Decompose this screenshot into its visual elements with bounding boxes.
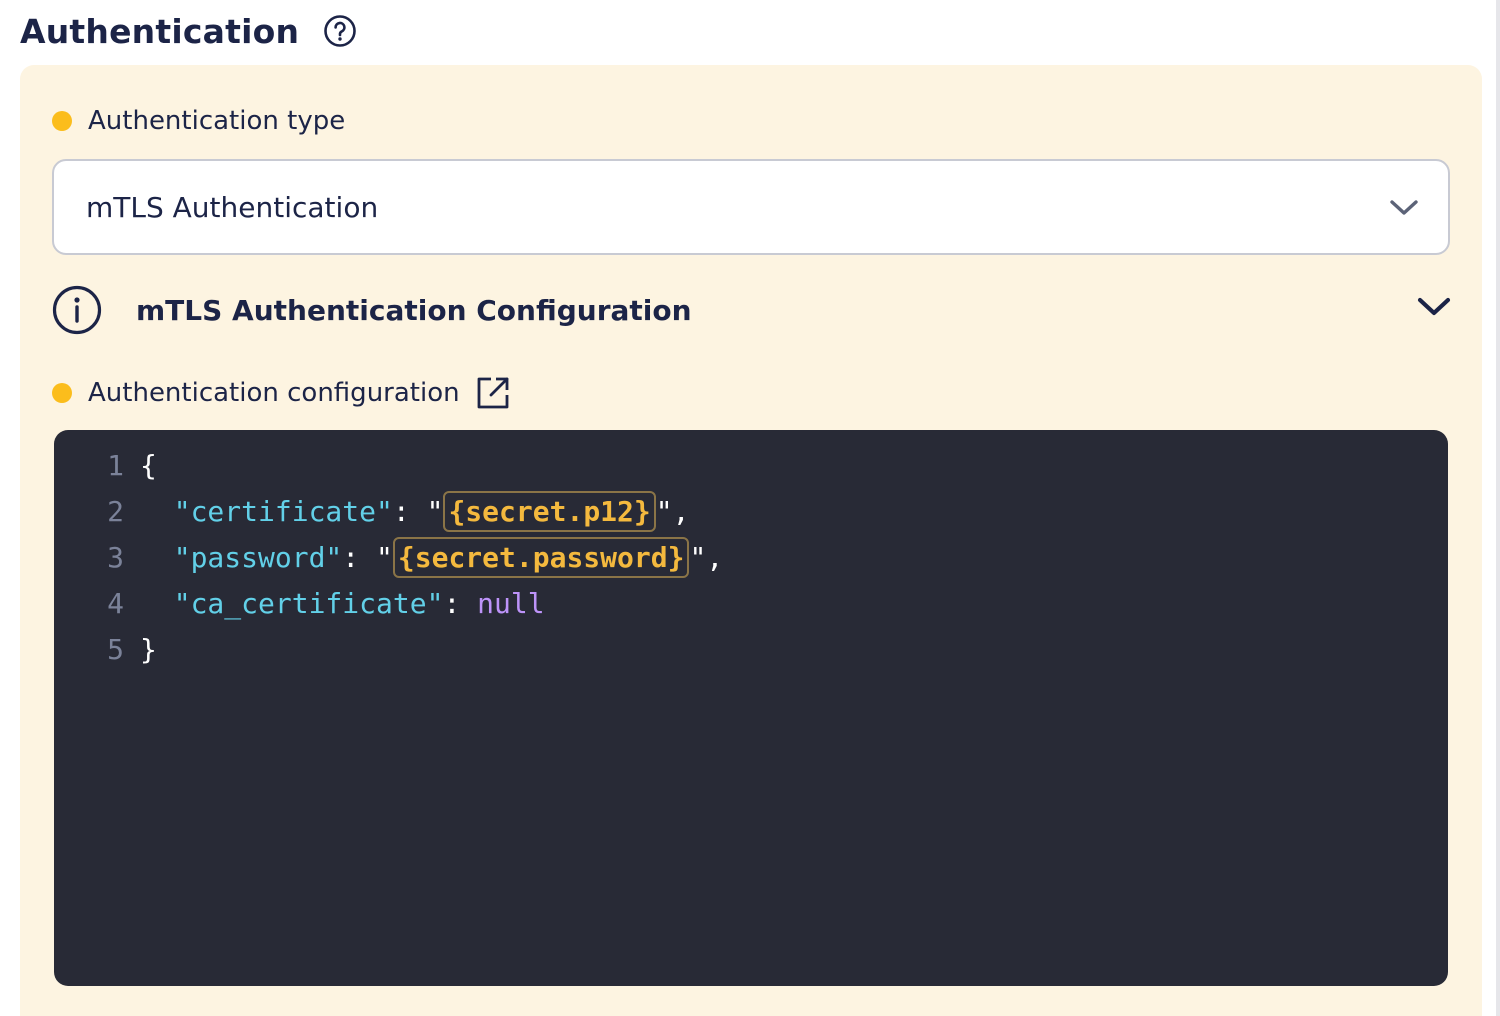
chevron-down-icon[interactable]	[1416, 289, 1452, 325]
json-key: "password"	[173, 540, 343, 574]
line-number: 3	[107, 540, 124, 574]
json-key: "ca_certificate"	[173, 586, 444, 620]
code-line: 5}	[54, 626, 1448, 672]
json-separator: :	[392, 494, 427, 528]
line-number: 5	[107, 632, 124, 666]
question-circle-icon[interactable]	[323, 14, 357, 48]
json-comma: ,	[672, 494, 690, 528]
auth-config-label: Authentication configuration	[52, 373, 510, 413]
code-line: 2 "certificate": " {secret.p12} ",	[54, 488, 1448, 534]
auth-config-label-text: Authentication configuration	[88, 378, 460, 408]
code-line: 1{	[54, 442, 1448, 488]
json-quote: "	[426, 494, 444, 528]
secret-placeholder[interactable]: {secret.p12}	[443, 490, 656, 532]
required-dot	[52, 111, 72, 131]
json-quote: "	[655, 494, 673, 528]
mtls-config-title: mTLS Authentication Configuration	[136, 293, 692, 327]
json-quote: "	[689, 540, 707, 574]
line-number: 2	[107, 494, 124, 528]
line-number: 1	[107, 448, 124, 482]
json-null: null	[477, 586, 545, 620]
mtls-config-accordion-header[interactable]: mTLS Authentication Configuration	[52, 283, 1452, 337]
code-line: 4 "ca_certificate": null	[54, 580, 1448, 626]
json-key: "certificate"	[173, 494, 393, 528]
json-brace: {	[140, 448, 157, 482]
section-title: Authentication	[20, 11, 300, 51]
json-comma: ,	[706, 540, 724, 574]
page-scrollbar[interactable]	[1496, 0, 1500, 1016]
secret-placeholder[interactable]: {secret.password}	[392, 536, 690, 578]
code-line: 3 "password": " {secret.password} ",	[54, 534, 1448, 580]
required-dot	[52, 383, 72, 403]
json-separator: :	[443, 586, 478, 620]
auth-type-select[interactable]: mTLS Authentication	[52, 159, 1450, 255]
external-link-icon[interactable]	[476, 376, 510, 410]
chevron-down-icon	[1390, 200, 1418, 215]
auth-type-label-text: Authentication type	[88, 106, 346, 136]
auth-type-selected-value: mTLS Authentication	[86, 190, 379, 224]
auth-type-label: Authentication type	[52, 101, 345, 141]
line-number: 4	[107, 586, 124, 620]
json-brace: }	[140, 632, 157, 666]
json-separator: :	[342, 540, 377, 574]
authentication-panel: Authentication type mTLS Authentication …	[20, 65, 1482, 1016]
json-code-editor[interactable]: 1{ 2 "certificate": " {secret.p12} ", 3 "p…	[54, 430, 1448, 986]
json-quote: "	[376, 540, 393, 574]
section-header: Authentication	[20, 8, 357, 54]
info-circle-icon	[52, 285, 102, 335]
